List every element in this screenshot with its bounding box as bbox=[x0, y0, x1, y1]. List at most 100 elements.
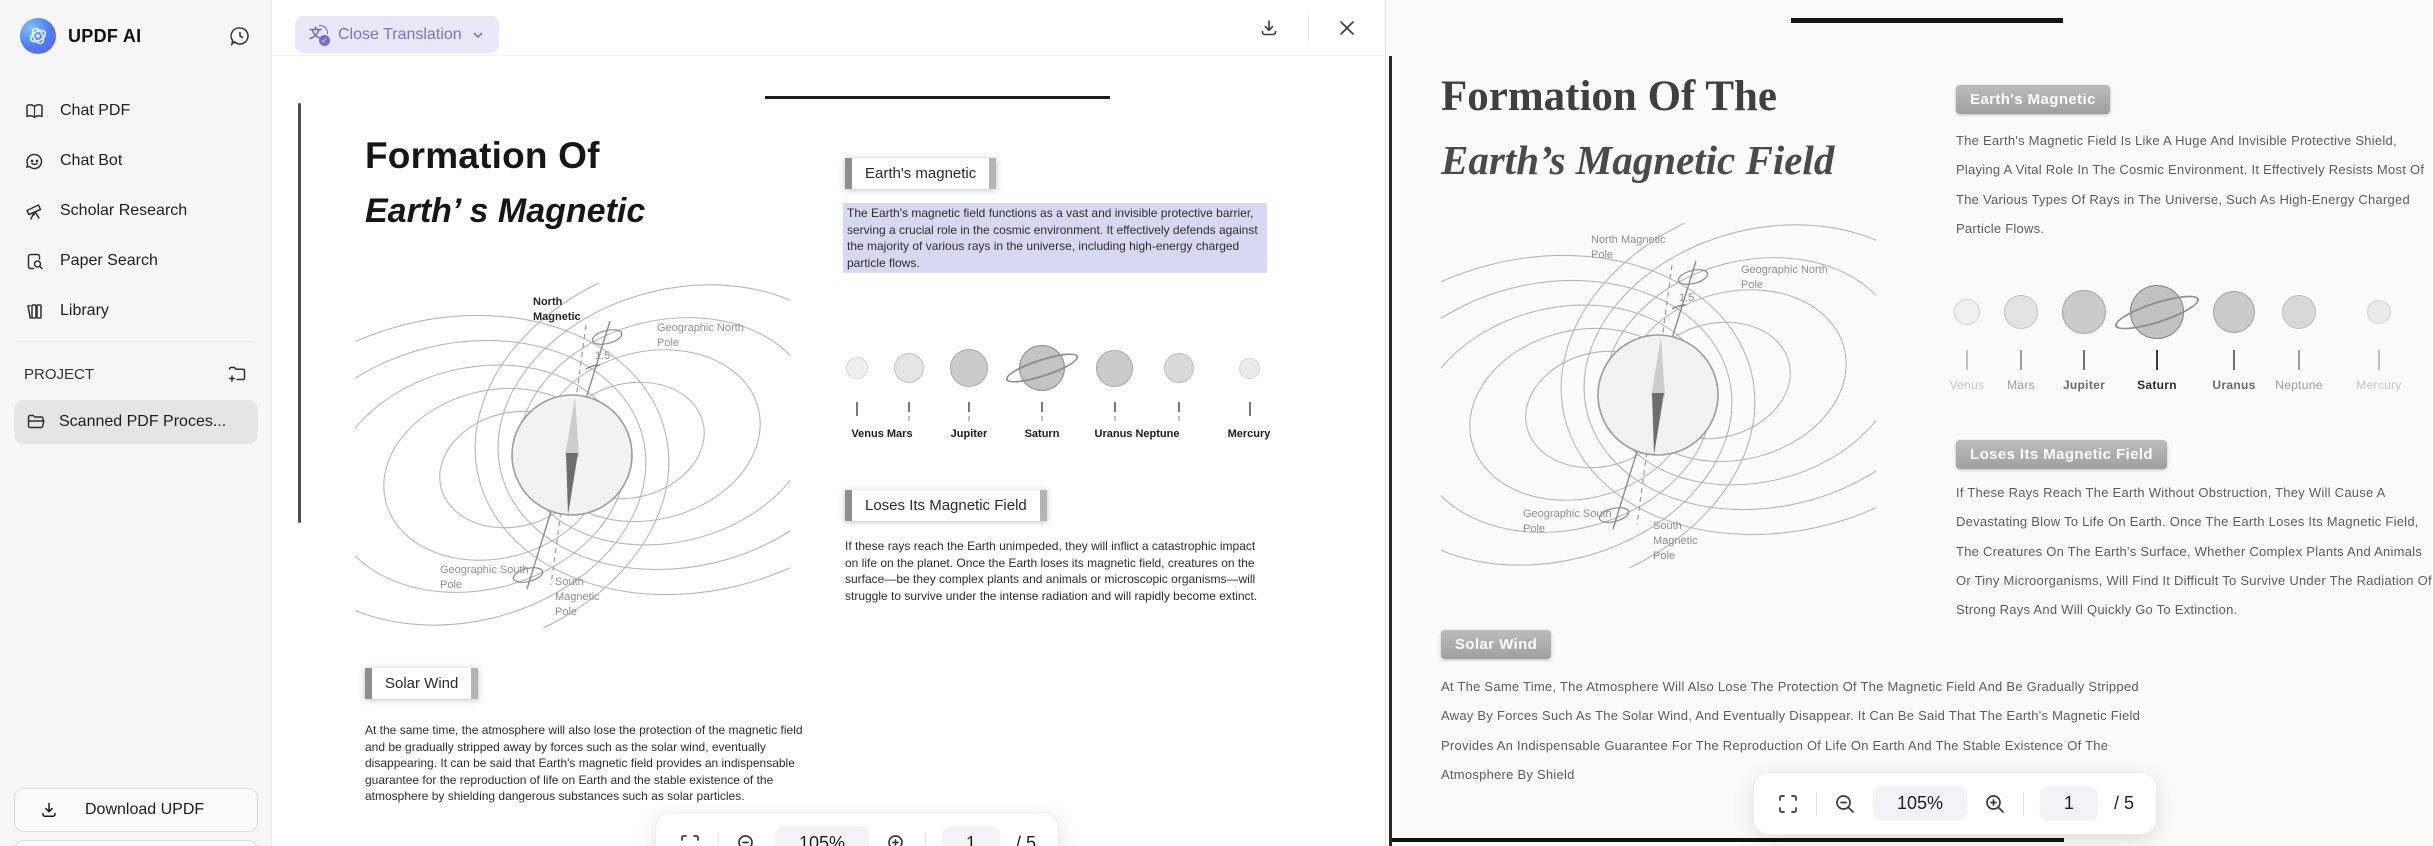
tag-text: Loses Its Magnetic Field bbox=[852, 490, 1040, 521]
planet-mars bbox=[2004, 295, 2038, 329]
fit-page-button[interactable] bbox=[1776, 792, 1800, 816]
north-magnetic-pole-label: North Magnetic bbox=[533, 295, 595, 325]
sidebar: UPDF AI Chat PDF bbox=[0, 0, 272, 846]
planet-label: Mars bbox=[2007, 378, 2035, 392]
close-panel-button[interactable] bbox=[1335, 16, 1359, 40]
planet-jupiter bbox=[2062, 290, 2106, 334]
close-icon bbox=[1337, 18, 1357, 38]
planet-mercury bbox=[2367, 300, 2391, 324]
paragraph-earths-magnetic: The Earth's Magnetic Field Is Like A Hug… bbox=[1956, 126, 2433, 243]
scan-edge-artifact bbox=[1791, 18, 2063, 23]
tick bbox=[2298, 350, 2300, 370]
sidebar-item-chat-pdf[interactable]: Chat PDF bbox=[0, 86, 272, 136]
tick bbox=[2020, 350, 2022, 370]
section-tag-loses-field: Loses Its Magnetic Field bbox=[845, 490, 1047, 521]
tag-bar bbox=[845, 158, 852, 189]
paragraph-loses-field: If These Rays Reach The Earth Without Ob… bbox=[1956, 478, 2433, 624]
zoom-in-icon bbox=[885, 832, 909, 846]
page-number-input[interactable]: 1 bbox=[2040, 786, 2098, 821]
add-project-folder-icon[interactable] bbox=[226, 363, 248, 385]
sidebar-item-library[interactable]: Library bbox=[0, 286, 272, 336]
doc-title-line1: Formation Of The bbox=[1441, 72, 1777, 121]
planet-size-figure: Venus Mars Jupiter Saturn Uranus Neptune… bbox=[842, 330, 1277, 450]
toolbar-divider bbox=[2023, 792, 2024, 816]
updf-logo-icon bbox=[20, 18, 56, 54]
folder-icon bbox=[26, 412, 46, 432]
tick bbox=[2083, 350, 2085, 370]
download-updf-button[interactable]: Download UPDF bbox=[14, 788, 258, 832]
planet-venus bbox=[846, 357, 868, 379]
translation-topbar: 文✓ Close Translation bbox=[272, 0, 1385, 56]
paragraph-earths-magnetic: The Earth's magnetic field functions as … bbox=[843, 203, 1267, 273]
fit-page-icon bbox=[1776, 792, 1800, 816]
sidebar-item-label: Paper Search bbox=[60, 252, 158, 270]
history-icon[interactable] bbox=[228, 24, 252, 48]
page-number-input[interactable]: 1 bbox=[942, 826, 1000, 846]
chat-pdf-icon bbox=[24, 101, 45, 122]
viewer-toolbar: 105% 1 / 5 bbox=[655, 812, 1059, 846]
close-translation-button[interactable]: 文✓ Close Translation bbox=[295, 16, 499, 53]
project-item-label: Scanned PDF Proces... bbox=[59, 413, 226, 431]
sidebar-item-paper-search[interactable]: Paper Search bbox=[0, 236, 272, 286]
topbar-actions bbox=[1256, 0, 1385, 56]
doc-title-line1: Formation Of bbox=[365, 135, 600, 177]
zoom-out-button[interactable] bbox=[1833, 792, 1857, 816]
planet-label: Saturn bbox=[1025, 428, 1060, 440]
fit-page-icon bbox=[678, 832, 702, 846]
tag-bar bbox=[845, 490, 852, 521]
tag-bar bbox=[471, 668, 478, 699]
section-tag-solar-wind: Solar Wind bbox=[365, 668, 478, 699]
sidebar-item-label: Scholar Research bbox=[60, 202, 187, 220]
tick bbox=[968, 416, 970, 421]
page-scroll-indicator[interactable] bbox=[298, 103, 301, 523]
zoom-out-button[interactable] bbox=[735, 832, 759, 846]
sidebar-item-scholar-research[interactable]: Scholar Research bbox=[0, 186, 272, 236]
zoom-in-button[interactable] bbox=[885, 832, 909, 846]
page-total: / 5 bbox=[2114, 793, 2134, 814]
download-translation-button[interactable] bbox=[1256, 15, 1282, 41]
south-magnetic-pole-label: South Magnetic Pole bbox=[555, 575, 617, 620]
tag-bar bbox=[1040, 490, 1047, 521]
original-document-pane: 文✓ Close Translation bbox=[272, 0, 1385, 846]
saturn-ring bbox=[1003, 348, 1081, 389]
telescope-icon bbox=[24, 201, 45, 222]
geographic-south-pole-label: Geographic South Pole bbox=[1523, 507, 1613, 537]
section-tag-earths-magnetic: Earth's magnetic bbox=[845, 158, 996, 189]
tag-text: Earth's magnetic bbox=[852, 158, 989, 189]
planet-label: Mercury bbox=[1228, 428, 1271, 440]
planet-label: Jupiter bbox=[2063, 378, 2105, 392]
paragraph-loses-field: If these rays reach the Earth unimpeded,… bbox=[845, 538, 1265, 604]
secondary-button-partial bbox=[14, 840, 258, 846]
app-title: UPDF AI bbox=[68, 26, 141, 47]
tick bbox=[1178, 402, 1180, 412]
tag-text: Solar Wind bbox=[372, 668, 471, 699]
page-total: / 5 bbox=[1016, 833, 1036, 846]
scan-edge-artifact bbox=[1392, 838, 2064, 842]
planet-mercury bbox=[1239, 358, 1260, 379]
download-icon bbox=[1258, 17, 1280, 39]
sidebar-nav: Chat PDF Chat Bot Scholar Research bbox=[0, 86, 272, 336]
toolbar-divider bbox=[925, 832, 926, 846]
doc-title-line2: Earth’s Magnetic Field bbox=[1441, 136, 1834, 184]
zoom-level[interactable]: 105% bbox=[1873, 786, 1967, 821]
planet-label: Uranus bbox=[2212, 378, 2255, 392]
planet-mars bbox=[894, 353, 924, 383]
fit-page-button[interactable] bbox=[678, 832, 702, 846]
planet-label: Saturn bbox=[2137, 378, 2177, 392]
project-item-scanned-pdf[interactable]: Scanned PDF Proces... bbox=[14, 400, 258, 444]
section-tag-earths-magnetic: Earth's Magnetic bbox=[1956, 85, 2110, 114]
planet-label: Neptune bbox=[2275, 378, 2322, 392]
tick bbox=[2378, 350, 2380, 370]
translate-icon: 文✓ bbox=[309, 25, 329, 45]
tag-bar bbox=[989, 158, 996, 189]
geographic-north-pole-label: Geographic North Pole bbox=[1741, 263, 1831, 293]
planet-label: Venus Mars bbox=[851, 428, 912, 440]
zoom-level[interactable]: 105% bbox=[775, 826, 869, 846]
zoom-in-button[interactable] bbox=[1983, 792, 2007, 816]
sidebar-item-chat-bot[interactable]: Chat Bot bbox=[0, 136, 272, 186]
tick bbox=[1114, 416, 1116, 421]
tick bbox=[1178, 416, 1180, 421]
planet-label: Venus bbox=[1950, 378, 1985, 392]
project-section-header: PROJECT bbox=[0, 356, 272, 392]
magnetic-field-diagram: North Magnetic Pole Geographic North Pol… bbox=[1441, 223, 1876, 568]
